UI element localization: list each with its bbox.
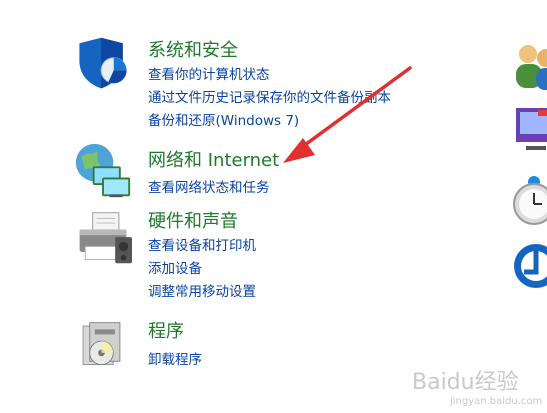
annotation-arrow-shaft bbox=[296, 66, 412, 152]
link-view-network-status[interactable]: 查看网络状态和任务 bbox=[148, 176, 270, 196]
link-uninstall-program[interactable]: 卸载程序 bbox=[148, 348, 202, 368]
link-mobility-settings[interactable]: 调整常用移动设置 bbox=[148, 280, 256, 300]
link-file-history-backup[interactable]: 通过文件历史记录保存你的文件备份副本 bbox=[148, 86, 391, 106]
link-backup-restore[interactable]: 备份和还原(Windows 7) bbox=[148, 109, 299, 129]
watermark-text: Baidu经验 bbox=[412, 370, 519, 395]
link-devices-printers[interactable]: 查看设备和打印机 bbox=[148, 234, 256, 254]
link-add-device[interactable]: 添加设备 bbox=[148, 257, 202, 277]
watermark-sub: jingyan.baidu.com bbox=[450, 396, 543, 407]
network-icon[interactable] bbox=[72, 142, 134, 200]
watermark-logo: Baidu经验 jingyan.baidu.com bbox=[412, 364, 542, 407]
category-title-network[interactable]: 网络和 Internet bbox=[148, 146, 279, 172]
category-title-system[interactable]: 系统和安全 bbox=[148, 36, 238, 62]
ease-of-access-icon[interactable] bbox=[510, 238, 547, 290]
category-title-hardware[interactable]: 硬件和声音 bbox=[148, 207, 238, 233]
category-title-programs[interactable]: 程序 bbox=[148, 317, 184, 343]
link-view-computer-status[interactable]: 查看你的计算机状态 bbox=[148, 63, 270, 83]
clock-icon[interactable] bbox=[510, 174, 547, 226]
shield-icon[interactable] bbox=[74, 36, 130, 92]
printer-icon[interactable] bbox=[74, 209, 132, 267]
appearance-icon[interactable] bbox=[512, 104, 547, 156]
annotation-arrow-head bbox=[283, 138, 315, 163]
user-accounts-icon[interactable] bbox=[512, 40, 547, 92]
programs-icon[interactable] bbox=[78, 319, 130, 375]
